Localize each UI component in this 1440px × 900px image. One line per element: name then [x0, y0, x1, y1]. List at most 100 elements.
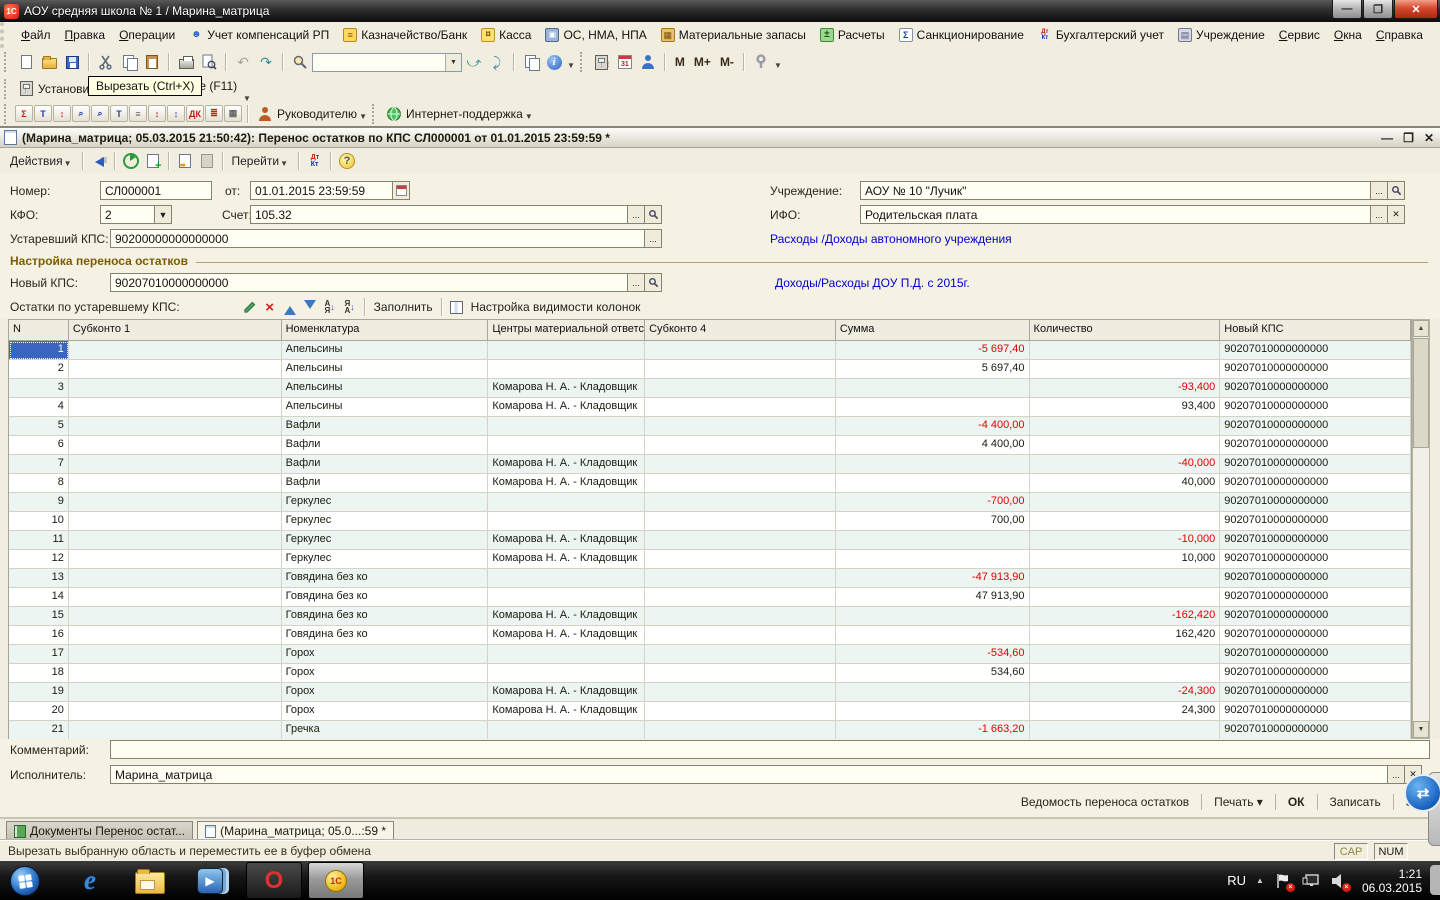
- info-caret-icon[interactable]: ▼: [567, 61, 575, 70]
- account-analysis-icon[interactable]: Т: [34, 105, 52, 122]
- sort-desc-icon[interactable]: ЯА↓: [340, 298, 360, 316]
- table-cell[interactable]: 90207010000000000: [1220, 664, 1411, 683]
- combo-dropdown-icon[interactable]: ▼: [445, 54, 461, 71]
- reference-calc-icon[interactable]: ≣: [205, 105, 223, 122]
- column-header[interactable]: Сумма: [836, 320, 1030, 341]
- actions-menu-button[interactable]: Действия▼: [6, 151, 78, 170]
- subconto-analysis-icon[interactable]: ⌕: [91, 105, 109, 122]
- table-cell[interactable]: [645, 531, 836, 550]
- doc-minimize-icon[interactable]: —: [1381, 131, 1393, 145]
- table-cell[interactable]: 700,00: [836, 512, 1030, 531]
- edit-row-icon[interactable]: [240, 298, 260, 316]
- account-ellipsis-icon[interactable]: ...: [628, 205, 645, 224]
- table-row[interactable]: 8ВафлиКомарова Н. А. - Кладовщик40,00090…: [9, 474, 1411, 493]
- table-cell[interactable]: 90207010000000000: [1220, 569, 1411, 588]
- print-button[interactable]: Печать ▾: [1204, 792, 1273, 812]
- account-turnover-icon[interactable]: Т: [110, 105, 128, 122]
- goto-menu-button[interactable]: Перейти▼: [228, 151, 294, 170]
- table-cell[interactable]: 47 913,90: [836, 588, 1030, 607]
- scrollbar-thumb[interactable]: [1413, 338, 1429, 448]
- table-cell[interactable]: [645, 360, 836, 379]
- toolbar-grip[interactable]: [4, 79, 11, 99]
- table-cell[interactable]: [1030, 645, 1221, 664]
- tray-expand-icon[interactable]: ▲: [1256, 876, 1264, 885]
- table-cell[interactable]: Комарова Н. А. - Кладовщик: [488, 531, 645, 550]
- dk-report-icon[interactable]: ДК: [186, 105, 204, 122]
- table-cell[interactable]: [645, 474, 836, 493]
- old-kps-ellipsis-icon[interactable]: ...: [645, 229, 662, 248]
- toolbar-grip[interactable]: [4, 104, 11, 124]
- table-cell[interactable]: -24,300: [1030, 683, 1221, 702]
- doc-restore-icon[interactable]: ❐: [1403, 131, 1414, 145]
- table-cell[interactable]: Вафли: [282, 474, 489, 493]
- table-cell[interactable]: [488, 436, 645, 455]
- save-button[interactable]: Записать: [1320, 792, 1391, 812]
- table-cell[interactable]: [69, 607, 282, 626]
- menu-item[interactable]: Операции: [112, 25, 182, 45]
- volume-muted-icon[interactable]: ×: [1330, 872, 1348, 890]
- print-icon[interactable]: [175, 51, 197, 73]
- table-cell[interactable]: 90207010000000000: [1220, 702, 1411, 721]
- table-cell[interactable]: -534,60: [836, 645, 1030, 664]
- table-cell[interactable]: 20: [9, 702, 69, 721]
- memory-button[interactable]: M: [671, 55, 689, 69]
- table-cell[interactable]: Горох: [282, 645, 489, 664]
- network-icon[interactable]: [1302, 872, 1320, 890]
- table-cell[interactable]: [836, 550, 1030, 569]
- table-row[interactable]: 9Геркулес-700,0090207010000000000: [9, 493, 1411, 512]
- table-cell[interactable]: [645, 398, 836, 417]
- table-row[interactable]: 19ГорохКомарова Н. А. - Кладовщик-24,300…: [9, 683, 1411, 702]
- table-cell[interactable]: Горох: [282, 683, 489, 702]
- chess-sheet-icon[interactable]: ↕: [148, 105, 166, 122]
- table-row[interactable]: 14Говядина без ко47 913,9090207010000000…: [9, 588, 1411, 607]
- table-cell[interactable]: Комарова Н. А. - Кладовщик: [488, 474, 645, 493]
- table-cell[interactable]: 93,400: [1030, 398, 1221, 417]
- table-cell[interactable]: [69, 417, 282, 436]
- toolbar-grip[interactable]: [4, 52, 11, 72]
- table-cell[interactable]: [69, 683, 282, 702]
- ifo-clear-icon[interactable]: ✕: [1388, 205, 1405, 224]
- internet-explorer-icon[interactable]: e: [74, 865, 106, 897]
- table-cell[interactable]: [1030, 664, 1221, 683]
- manager-button[interactable]: Руководителю: [277, 107, 357, 121]
- table-row[interactable]: 15Говядина без коКомарова Н. А. - Кладов…: [9, 607, 1411, 626]
- table-cell[interactable]: [1030, 360, 1221, 379]
- table-cell[interactable]: 15: [9, 607, 69, 626]
- table-cell[interactable]: [69, 493, 282, 512]
- old-kps-link[interactable]: Расходы /Доходы автономного учреждения: [770, 232, 1012, 246]
- table-cell[interactable]: 4 400,00: [836, 436, 1030, 455]
- org-ellipsis-icon[interactable]: ...: [1371, 181, 1388, 200]
- taskbar-clock[interactable]: 1:21 06.03.2015: [1362, 867, 1422, 895]
- open-icon[interactable]: [38, 51, 60, 73]
- table-cell[interactable]: [69, 360, 282, 379]
- undo-icon[interactable]: ↶: [232, 51, 254, 73]
- table-cell[interactable]: 90207010000000000: [1220, 531, 1411, 550]
- table-cell[interactable]: 7: [9, 455, 69, 474]
- table-cell[interactable]: [836, 683, 1030, 702]
- table-cell[interactable]: 3: [9, 379, 69, 398]
- table-cell[interactable]: 8: [9, 474, 69, 493]
- table-row[interactable]: 10Геркулес700,0090207010000000000: [9, 512, 1411, 531]
- account-field[interactable]: ...: [250, 205, 662, 224]
- menu-item[interactable]: ДтКтБухгалтерский учет: [1031, 25, 1171, 45]
- account-card-icon[interactable]: ⌕: [72, 105, 90, 122]
- table-cell[interactable]: [645, 341, 836, 360]
- menu-item[interactable]: ¤Касса: [474, 25, 538, 45]
- table-cell[interactable]: [645, 455, 836, 474]
- table-cell[interactable]: 21: [9, 721, 69, 740]
- cut-icon[interactable]: [95, 51, 117, 73]
- table-cell[interactable]: 6: [9, 436, 69, 455]
- table-cell[interactable]: [836, 607, 1030, 626]
- table-cell[interactable]: 90207010000000000: [1220, 550, 1411, 569]
- table-cell[interactable]: -162,420: [1030, 607, 1221, 626]
- report-diagram-icon[interactable]: ↕: [167, 105, 185, 122]
- table-cell[interactable]: [69, 474, 282, 493]
- search-combobox[interactable]: ▼: [312, 53, 462, 72]
- table-cell[interactable]: Говядина без ко: [282, 569, 489, 588]
- table-cell[interactable]: [645, 550, 836, 569]
- column-settings-button[interactable]: Настройка видимости колонок: [467, 298, 645, 316]
- copy-document-icon[interactable]: [142, 150, 164, 172]
- menu-item[interactable]: ▣ОС, НМА, НПА: [538, 25, 653, 45]
- table-cell[interactable]: 10: [9, 512, 69, 531]
- table-cell[interactable]: Комарова Н. А. - Кладовщик: [488, 398, 645, 417]
